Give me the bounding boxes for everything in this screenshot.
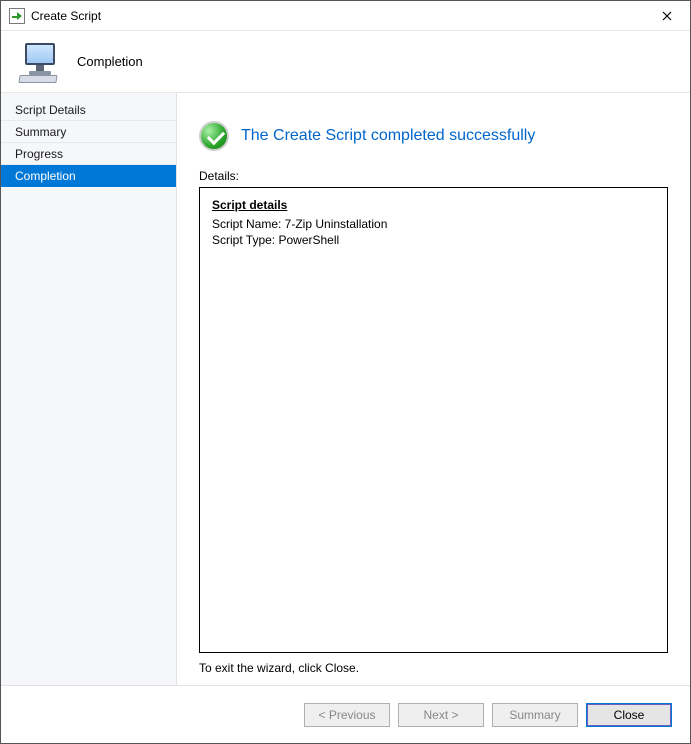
success-message: The Create Script completed successfully [241,127,535,145]
sidebar-item-summary[interactable]: Summary [1,121,176,143]
summary-button: Summary [492,703,578,727]
window-title: Create Script [31,9,644,23]
success-check-icon [199,121,229,151]
success-row: The Create Script completed successfully [199,121,668,151]
sidebar-item-completion[interactable]: Completion [1,165,176,187]
sidebar-item-progress[interactable]: Progress [1,143,176,165]
wizard-content: The Create Script completed successfully… [177,93,690,685]
window-create-script: Create Script Completion Script Details … [0,0,691,744]
close-icon[interactable] [644,1,690,31]
details-label: Details: [199,169,668,183]
titlebar: Create Script [1,1,690,31]
details-heading: Script details [212,198,655,212]
wizard-header: Completion [1,31,690,93]
wizard-body: Script Details Summary Progress Completi… [1,93,690,685]
previous-button: < Previous [304,703,390,727]
computer-icon [19,41,61,83]
wizard-steps-sidebar: Script Details Summary Progress Completi… [1,93,177,685]
next-button: Next > [398,703,484,727]
script-name-line: Script Name: 7-Zip Uninstallation [212,216,655,232]
close-button[interactable]: Close [586,703,672,727]
details-box: Script details Script Name: 7-Zip Uninst… [199,187,668,653]
script-type-line: Script Type: PowerShell [212,232,655,248]
wizard-footer: < Previous Next > Summary Close [1,685,690,743]
exit-hint: To exit the wizard, click Close. [199,661,668,675]
sidebar-item-script-details[interactable]: Script Details [1,99,176,121]
page-title: Completion [77,54,143,69]
app-icon [9,8,25,24]
